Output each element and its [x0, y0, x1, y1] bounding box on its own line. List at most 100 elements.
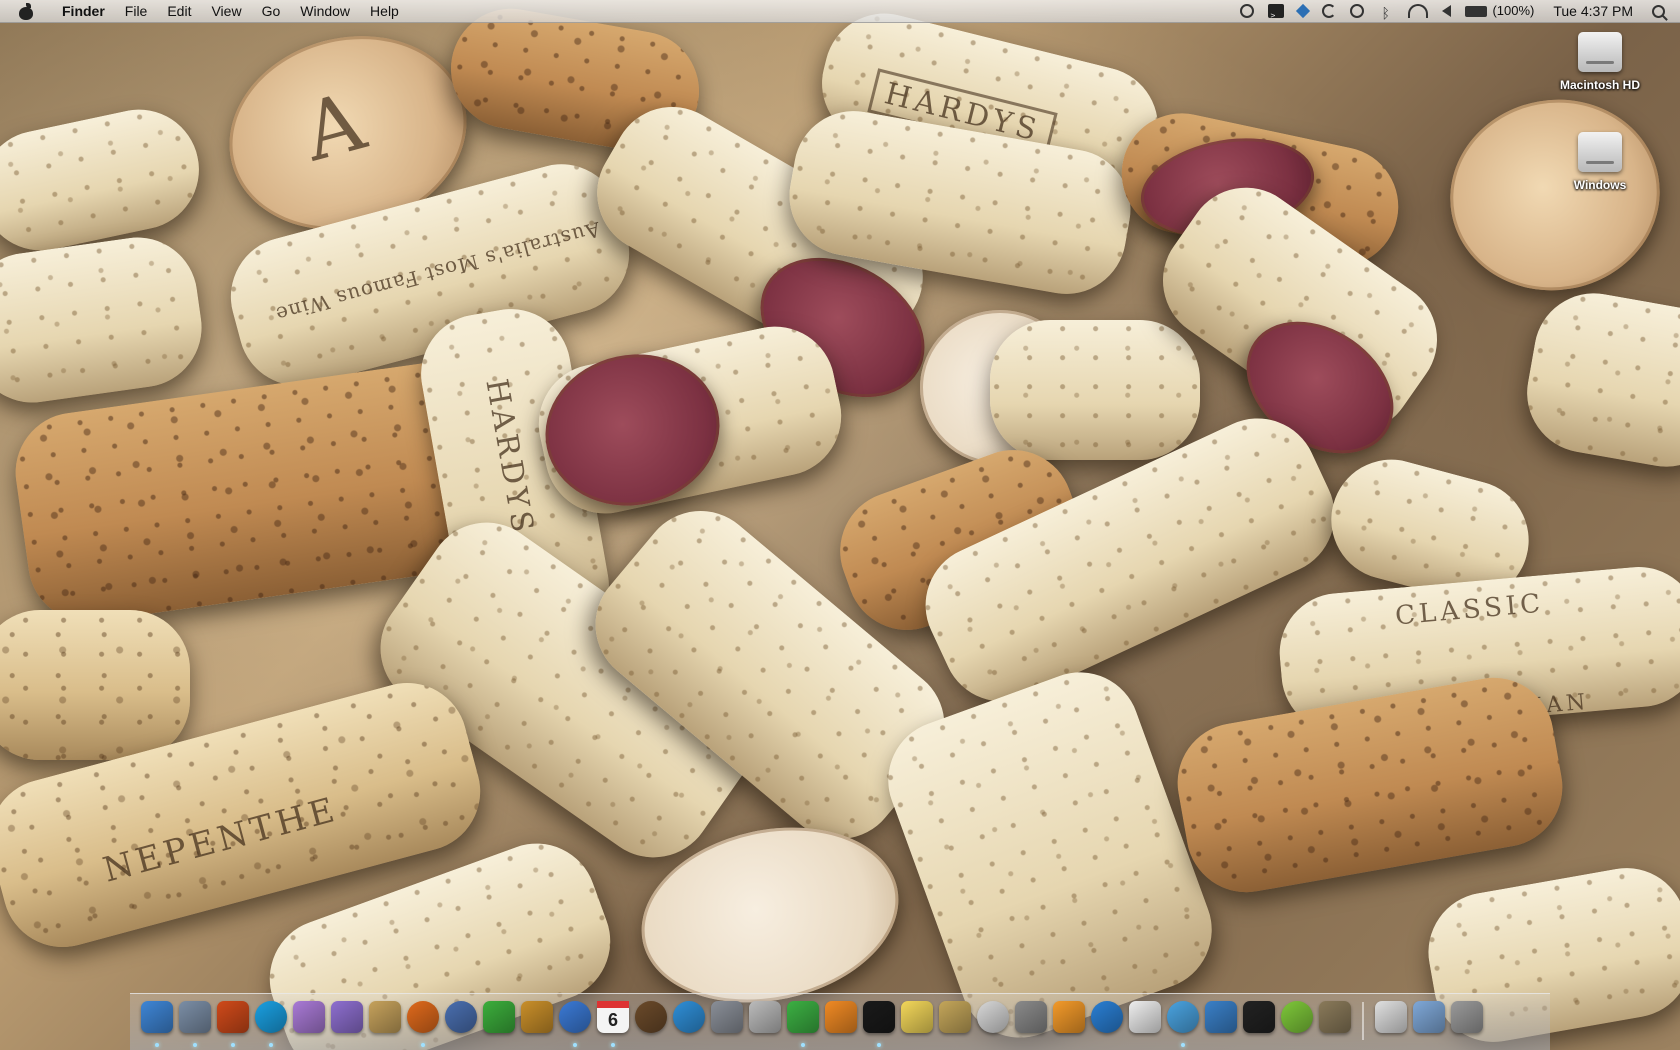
w-icon: [331, 1001, 363, 1033]
hard-drive-icon: [1578, 132, 1622, 172]
people-icon: [1205, 1001, 1237, 1033]
volume-icon: [1442, 5, 1452, 17]
menu-window[interactable]: Window: [290, 0, 360, 22]
dock: 6: [130, 993, 1550, 1050]
calendar-icon: 6: [597, 1001, 629, 1033]
dvd-icon: [749, 1001, 781, 1033]
dock-item-w[interactable]: [330, 1001, 364, 1041]
menu-help[interactable]: Help: [360, 0, 409, 22]
wifi-status[interactable]: [1401, 0, 1435, 22]
desktop-icon-label: Macintosh HD: [1559, 78, 1640, 92]
dock-item-green-ball[interactable]: [1280, 1001, 1314, 1041]
dock-item-flower[interactable]: [1052, 1001, 1086, 1041]
green-ball-icon: [1281, 1001, 1313, 1033]
dock-item-stickies[interactable]: [900, 1001, 934, 1041]
hard-drive-icon: [1578, 32, 1622, 72]
battery-percent: (100%): [1492, 3, 1535, 18]
cork: [1168, 668, 1572, 902]
desktop-icon-windows[interactable]: Windows: [1545, 132, 1655, 192]
running-indicator: [421, 1043, 425, 1047]
apple-menu-icon[interactable]: [18, 2, 34, 20]
dock-item-truck[interactable]: [938, 1001, 972, 1041]
dock-item-documents[interactable]: [1128, 1001, 1162, 1041]
menu-view[interactable]: View: [201, 0, 251, 22]
dock-item-p[interactable]: [824, 1001, 858, 1041]
dock-item-calendar[interactable]: 6: [596, 1001, 630, 1047]
running-indicator: [877, 1043, 881, 1047]
quicktime-icon: [1091, 1001, 1123, 1033]
arrows-icon: [1243, 1001, 1275, 1033]
thunderbird-icon: [445, 1001, 477, 1033]
globe-icon: [559, 1001, 591, 1033]
dock-item-internet[interactable]: [672, 1001, 706, 1041]
spotlight-icon: [1652, 4, 1665, 18]
system-preferences-icon: [1015, 1001, 1047, 1033]
dock-item-notes[interactable]: [368, 1001, 402, 1041]
dock-item-e[interactable]: [292, 1001, 326, 1041]
cork: [1517, 283, 1680, 477]
running-indicator: [269, 1043, 273, 1047]
dock-item-finder[interactable]: [140, 1001, 174, 1047]
dock-item-terminal[interactable]: [862, 1001, 896, 1047]
time-machine-icon: [1350, 4, 1365, 18]
dock-item-skype[interactable]: [254, 1001, 288, 1047]
menu-finder[interactable]: Finder: [52, 0, 115, 22]
dock-item-gimp[interactable]: [1318, 1001, 1352, 1041]
notes-icon: [369, 1001, 401, 1033]
folder-icon: [1413, 1001, 1445, 1033]
terminal-icon: [863, 1001, 895, 1033]
cork: [990, 320, 1200, 460]
dock-item-printer[interactable]: [1374, 1001, 1408, 1041]
running-indicator: [155, 1043, 159, 1047]
dock-item-arrows[interactable]: [1242, 1001, 1276, 1041]
time-machine-status[interactable]: [1343, 0, 1371, 22]
trash-icon: [1451, 1001, 1483, 1033]
spotlight-button[interactable]: [1645, 0, 1672, 22]
running-indicator: [573, 1043, 577, 1047]
dock-item-firefox[interactable]: [406, 1001, 440, 1047]
dock-item-trash[interactable]: [1450, 1001, 1484, 1041]
dock-item-preview[interactable]: [178, 1001, 212, 1047]
desktop-icon-macintosh-hd[interactable]: Macintosh HD: [1545, 32, 1655, 92]
preview-icon: [179, 1001, 211, 1033]
dock-item-itunes[interactable]: [1166, 1001, 1200, 1047]
menu-bar: Finder File Edit View Go Window Help (10…: [0, 0, 1680, 27]
firefox-icon: [407, 1001, 439, 1033]
dropbox-status[interactable]: [1291, 0, 1315, 22]
network-icon: [483, 1001, 515, 1033]
battery-status[interactable]: (100%): [1458, 0, 1541, 22]
dock-item-system-preferences[interactable]: [1014, 1001, 1048, 1041]
audio-icon: [217, 1001, 249, 1033]
dock-item-thunderbird[interactable]: [444, 1001, 478, 1041]
cork: [0, 229, 210, 411]
dock-item-folder[interactable]: [1412, 1001, 1446, 1041]
calculator-icon: [711, 1001, 743, 1033]
clock[interactable]: Tue 4:37 PM: [1541, 0, 1645, 22]
dock-item-dvd[interactable]: [748, 1001, 782, 1041]
sync-status[interactable]: [1315, 0, 1343, 22]
cork: [0, 610, 190, 760]
running-indicator: [231, 1043, 235, 1047]
menu-file[interactable]: File: [115, 0, 158, 22]
usb-status[interactable]: [1233, 0, 1261, 22]
dock-item-calculator[interactable]: [710, 1001, 744, 1041]
terminal-status[interactable]: [1261, 0, 1291, 27]
menu-go[interactable]: Go: [252, 0, 291, 22]
dock-item-gender[interactable]: [976, 1001, 1010, 1041]
dock-item-audio[interactable]: [216, 1001, 250, 1047]
dock-item-pineapple[interactable]: [520, 1001, 554, 1041]
bluetooth-status[interactable]: [1371, 0, 1401, 24]
dock-item-adium[interactable]: [786, 1001, 820, 1047]
internet-icon: [673, 1001, 705, 1033]
dock-item-globe[interactable]: [558, 1001, 592, 1047]
dock-item-quicktime[interactable]: [1090, 1001, 1124, 1041]
itunes-icon: [1167, 1001, 1199, 1033]
dock-item-speaker[interactable]: [634, 1001, 668, 1041]
dock-item-network[interactable]: [482, 1001, 516, 1041]
volume-status[interactable]: [1435, 0, 1458, 22]
finder-icon: [141, 1001, 173, 1033]
menu-edit[interactable]: Edit: [157, 0, 201, 22]
dock-item-people[interactable]: [1204, 1001, 1238, 1041]
dock-separator: [1362, 1002, 1364, 1040]
menu-extras: (100%) Tue 4:37 PM: [1233, 0, 1680, 27]
